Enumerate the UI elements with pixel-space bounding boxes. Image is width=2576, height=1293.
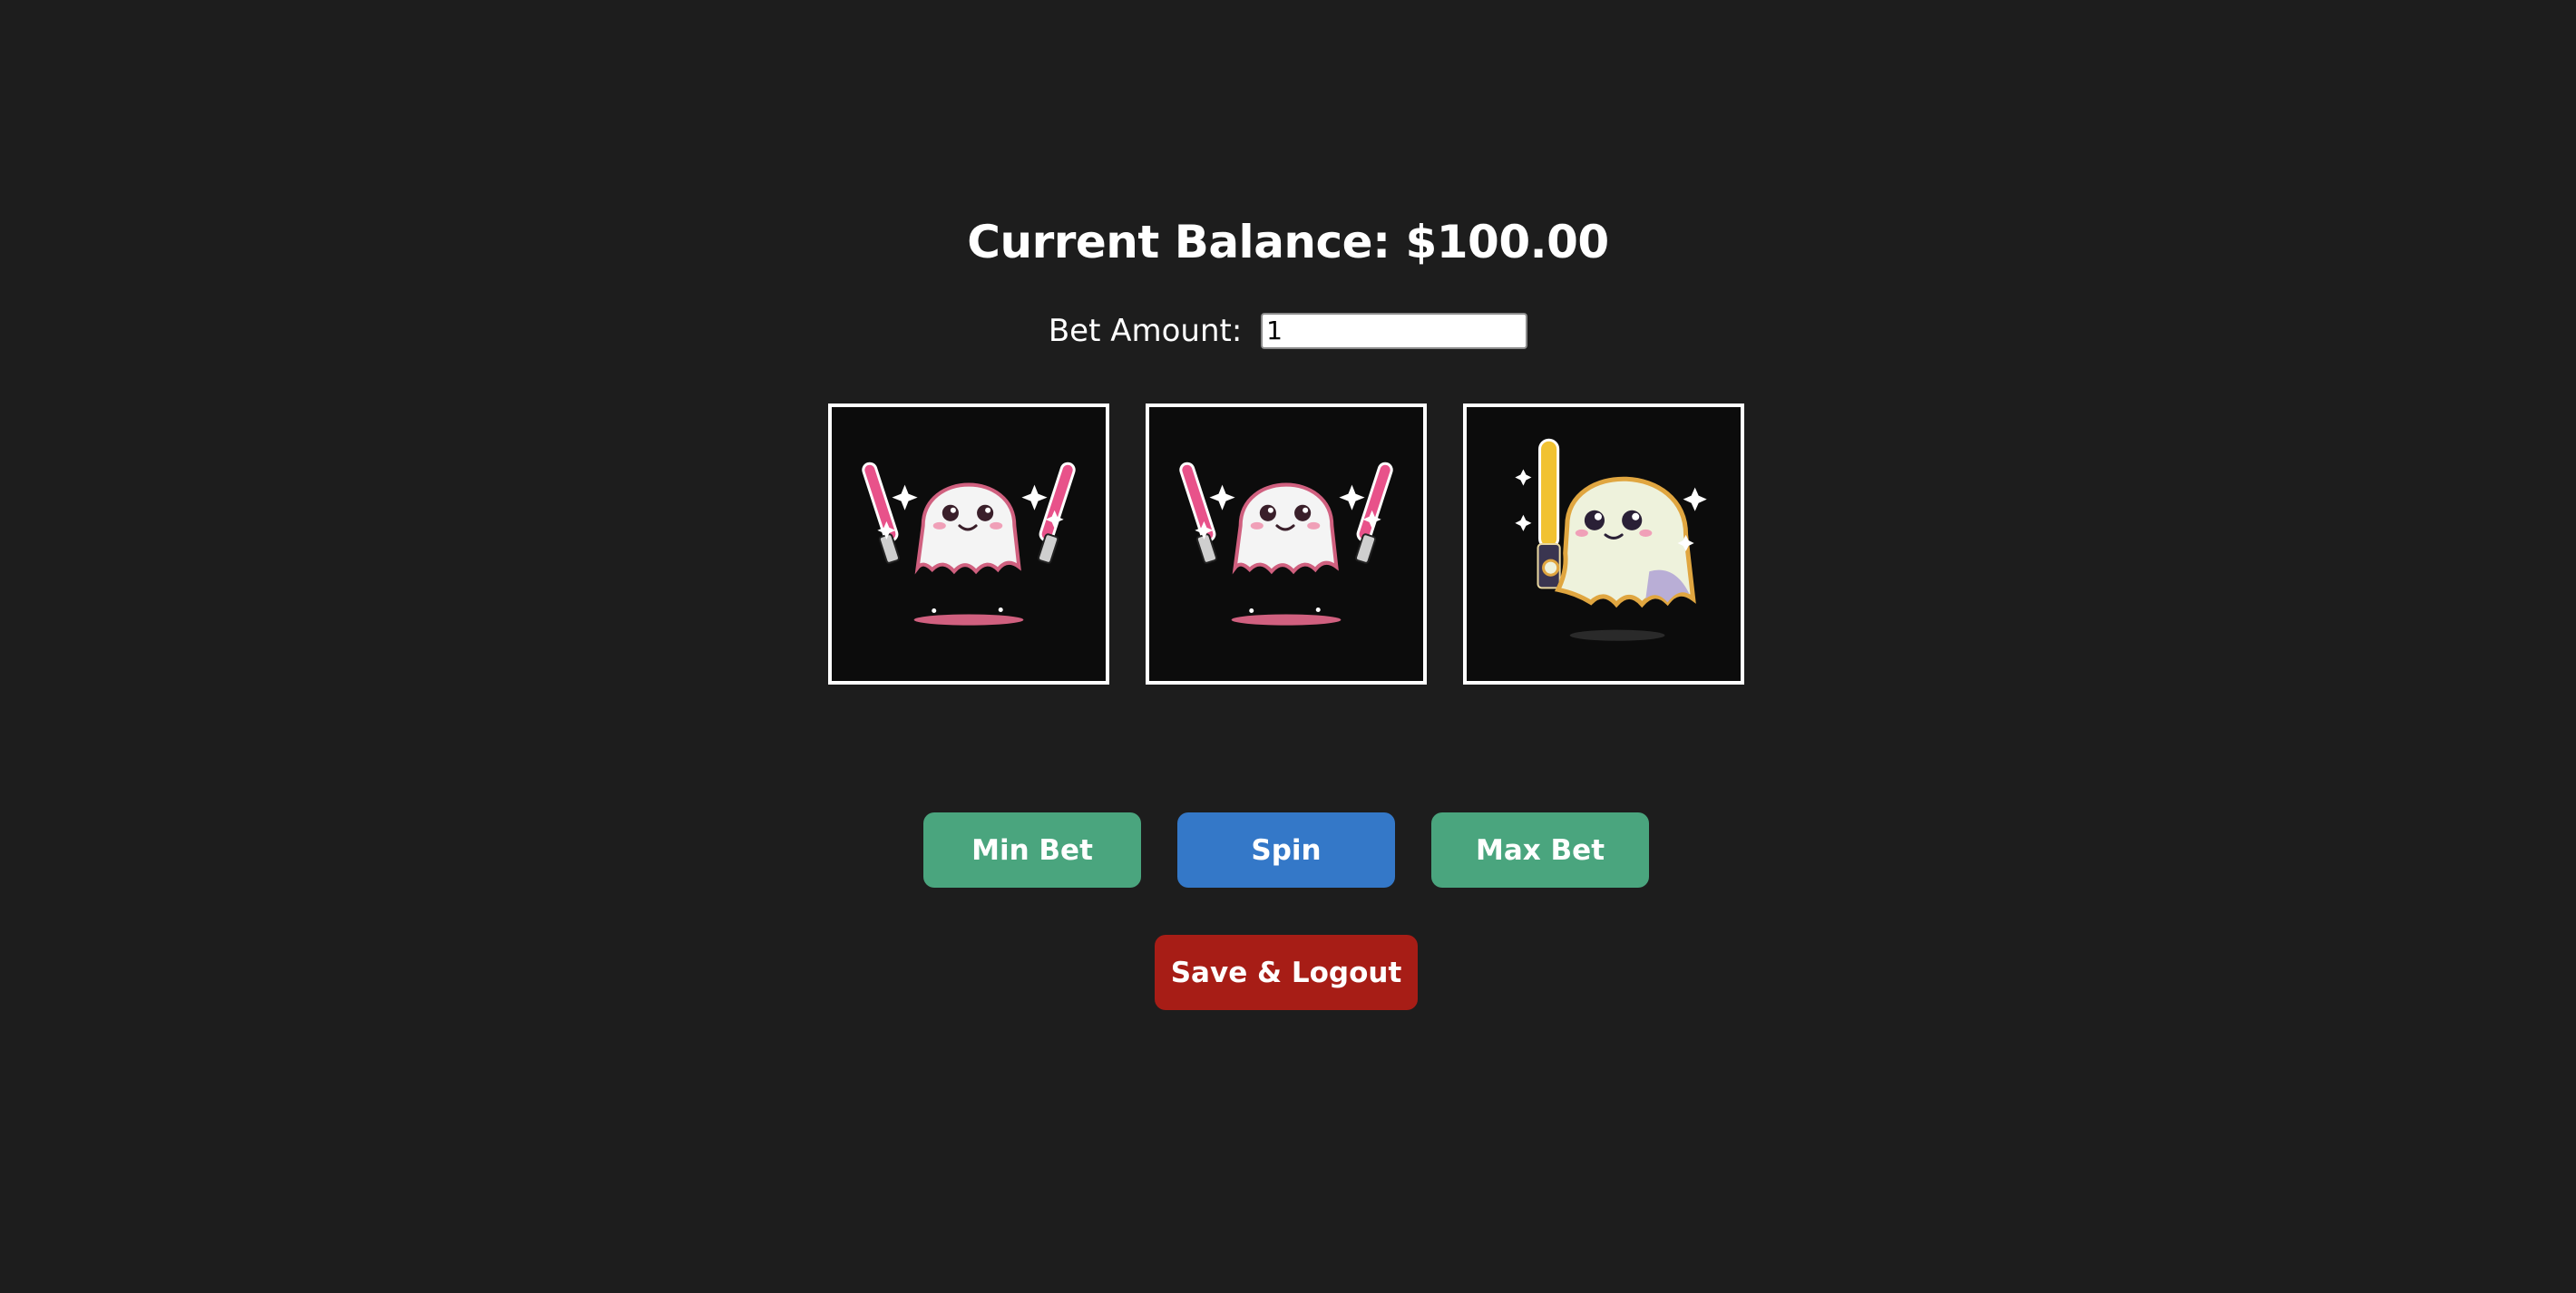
pink-ghost-dual-lightsabers-icon xyxy=(1179,462,1393,626)
max-bet-button[interactable]: Max Bet xyxy=(1431,812,1649,888)
balance-display: Current Balance: $100.00 xyxy=(967,216,1609,268)
save-logout-button[interactable]: Save & Logout xyxy=(1155,935,1418,1010)
reel-2 xyxy=(1146,403,1427,685)
reel-1 xyxy=(828,403,1109,685)
yellow-ghost-lightsaber-icon xyxy=(1515,438,1707,641)
reel-3 xyxy=(1463,403,1744,685)
bet-amount-input[interactable] xyxy=(1261,312,1528,349)
min-bet-button[interactable]: Min Bet xyxy=(923,812,1141,888)
spin-button[interactable]: Spin xyxy=(1177,812,1395,888)
pink-ghost-dual-lightsabers-icon xyxy=(862,462,1076,626)
bet-amount-label: Bet Amount: xyxy=(1048,312,1243,349)
bet-amount-row: Bet Amount: xyxy=(0,308,2576,352)
